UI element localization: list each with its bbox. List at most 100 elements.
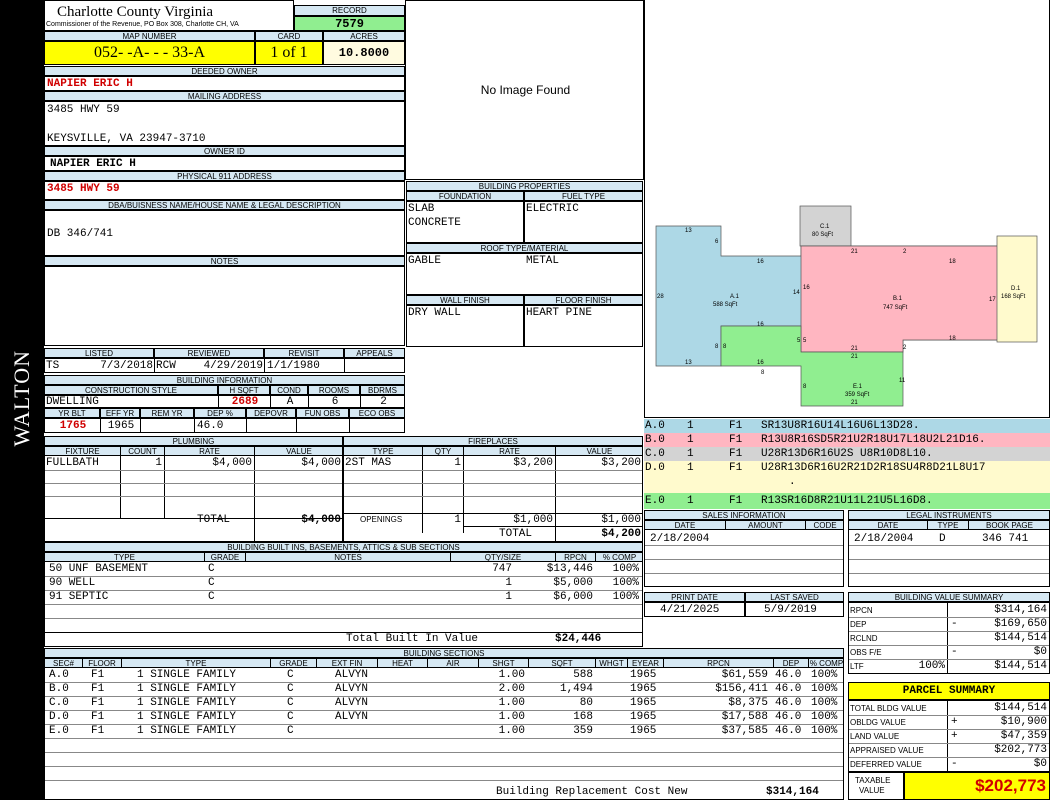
sections-rows-1-sqft: 1,494 — [559, 683, 593, 695]
sketch_codes-4-fl: F1 — [729, 495, 743, 507]
openings-label: OPENINGS — [360, 515, 403, 524]
replacement-cost-value: $314,164 — [766, 786, 819, 798]
effyr-label: EFF YR — [100, 408, 140, 418]
sketch_codes-0-sec: A.0 — [645, 420, 665, 432]
legal-desc-box: DB 346/741 — [44, 210, 405, 256]
parcel-summary-label: PARCEL SUMMARY — [848, 682, 1050, 700]
owner-id-box: NAPIER ERIC H — [44, 156, 405, 171]
physical-address-box: 3485 HWY 59 — [44, 181, 405, 200]
legal-label: LEGAL INSTRUMENTS — [848, 510, 1050, 520]
sections-col-shgt: SHGT — [478, 659, 529, 668]
no-image-text: No Image Found — [480, 83, 571, 97]
builtin-rpcn-0: $13,446 — [546, 563, 593, 575]
fireplace-type: 2ST MAS — [345, 457, 392, 469]
foundation-label: FOUNDATION — [406, 191, 524, 201]
sketch-dims-24: 21 — [851, 400, 858, 406]
sketch-dims-22: 21 — [851, 354, 858, 360]
last-saved-label: LAST SAVED — [745, 592, 844, 602]
map-number-value: 052- -A- - - 33-A — [44, 41, 255, 65]
bdrms-label: BDRMS — [360, 385, 405, 395]
sketch-dims-19: 18 — [949, 336, 956, 342]
sections-rows-0-grade: C — [287, 669, 294, 681]
sketch-label-b: B.1 — [893, 296, 903, 302]
property-image: No Image Found — [405, 0, 644, 180]
notes-box — [44, 266, 405, 346]
value-summary-table: RPCN $314,164 DEP - $169,650 RCLND $144,… — [848, 602, 1050, 674]
legal-type-0: D — [939, 533, 946, 545]
rooms-value: 6 — [331, 396, 339, 408]
ps-deferred-label: DEFERRED VALUE — [850, 760, 922, 769]
sketch_codes-3-sec: D.0 — [645, 462, 665, 474]
deeded-owner-box: NAPIER ERIC H — [44, 76, 405, 91]
sketch-dims-13: 21 — [851, 249, 858, 255]
legal-bookpage-0: 346 741 — [982, 533, 1029, 545]
print-date-label: PRINT DATE — [644, 592, 745, 602]
owner-id-value: NAPIER ERIC H — [50, 158, 136, 170]
value-summary-label: BUILDING VALUE SUMMARY — [848, 592, 1050, 602]
sections-rows-4-rpcn: $37,585 — [721, 725, 768, 737]
sections-rows-2-shgt: 1.00 — [498, 697, 525, 709]
fuel-type-value: ELECTRIC — [526, 203, 579, 215]
foundation-value-1: SLAB — [408, 203, 435, 215]
sections-rows-3-eyear: 1965 — [630, 711, 657, 723]
reviewed-by: RCW — [156, 360, 176, 372]
sections-rows-3-comp: 100% — [811, 711, 838, 723]
vs-obs-label: OBS F/E — [850, 648, 882, 657]
cond-label: COND — [270, 385, 308, 395]
sketch_codes-3-code: U28R13D6R16U2R21D2R18SU4R8D21L8U17 — [761, 462, 986, 474]
taxable-value: $202,773 — [975, 776, 1046, 795]
sales-label: SALES INFORMATION — [644, 510, 844, 520]
sketch_codes-4-n: 1 — [687, 495, 694, 507]
builtin-type-2: 91 SEPTIC — [49, 591, 109, 603]
builtins-total-label: Total Built In Value — [346, 633, 479, 645]
builtins-col-rpcn: RPCN — [555, 553, 596, 562]
sketch-dims-0: 13 — [685, 228, 692, 234]
building-properties-label: BUILDING PROPERTIES — [406, 181, 643, 191]
depovr-label: DEPOVR — [246, 408, 296, 418]
sections-rows-1-eyear: 1965 — [630, 683, 657, 695]
sales-col-code: CODE — [805, 521, 843, 530]
sales-table: DATE AMOUNT CODE 2/18/2004 — [644, 520, 844, 587]
sketch_codes-3-code2: . — [789, 476, 796, 488]
vs-rpcn-value: $314,164 — [994, 604, 1047, 616]
vs-dep-value: $169,650 — [994, 618, 1047, 630]
cond-value: A — [286, 396, 294, 408]
legal-desc-label: DBA/BUISNESS NAME/HOUSE NAME & LEGAL DES… — [44, 200, 405, 210]
county-title: Charlotte County Virginia — [57, 4, 214, 20]
plumbing-col-rate: RATE — [164, 447, 255, 456]
sections-rows-3-type: 1 SINGLE FAMILY — [137, 711, 237, 723]
sketch_codes-1-n: 1 — [687, 434, 694, 446]
sketch-area-b: 747 SqFt — [883, 305, 908, 311]
legal-col-bookpage: BOOK PAGE — [968, 521, 1049, 530]
plumbing-rate: $4,000 — [212, 457, 252, 469]
sketch-code-row-a: A.0 1 F1 SR13U8R16U14L16U6L13D28. — [644, 419, 1050, 434]
openings-qty: 1 — [454, 514, 461, 526]
sale-date-0: 2/18/2004 — [650, 533, 710, 545]
sketch_codes-2-n: 1 — [687, 448, 694, 460]
construction-style-label: CONSTRUCTION STYLE — [44, 385, 218, 395]
sketch-area-d: 168 SqFt — [1001, 294, 1026, 300]
listed-date: 7/3/2018 — [100, 360, 153, 372]
sections-col-grade: GRADE — [270, 659, 317, 668]
sketch-dims-7: 16 — [757, 322, 764, 328]
fireplaces-table: TYPE QTY RATE VALUE 2ST MAS 1 $3,200 $3,… — [343, 446, 643, 542]
last-saved-box: 5/9/2019 — [745, 602, 844, 617]
plumbing-total: $4,000 — [301, 514, 341, 526]
sections-rows-2-type: 1 SINGLE FAMILY — [137, 697, 237, 709]
builtin-comp-2: 100% — [612, 591, 639, 603]
sections-rows-3-sec: D.0 — [49, 711, 69, 723]
plumbing-col-count: COUNT — [120, 447, 165, 456]
fireplaces-total-label: TOTAL — [499, 528, 533, 540]
card-value: 1 of 1 — [255, 41, 323, 65]
mailing-address-label: MAILING ADDRESS — [44, 91, 405, 101]
district-sidebar: WALTON — [0, 0, 44, 800]
sections-rows-3-grade: C — [287, 711, 294, 723]
builtins-table: TYPE GRADE NOTES QTY/SIZE RPCN % COMP 50… — [44, 552, 643, 647]
legal-col-type: TYPE — [927, 521, 969, 530]
deeded-owner-value: NAPIER ERIC H — [47, 78, 133, 90]
sketch_codes-1-fl: F1 — [729, 434, 743, 446]
building-sketch: A.1 588 SqFt B.1 747 SqFt C.1 80 SqFt D.… — [644, 0, 1050, 418]
sections-col-eyear: EYEAR — [627, 659, 664, 668]
listed-label: LISTED — [44, 348, 154, 358]
plumbing-value: $4,000 — [301, 457, 341, 469]
